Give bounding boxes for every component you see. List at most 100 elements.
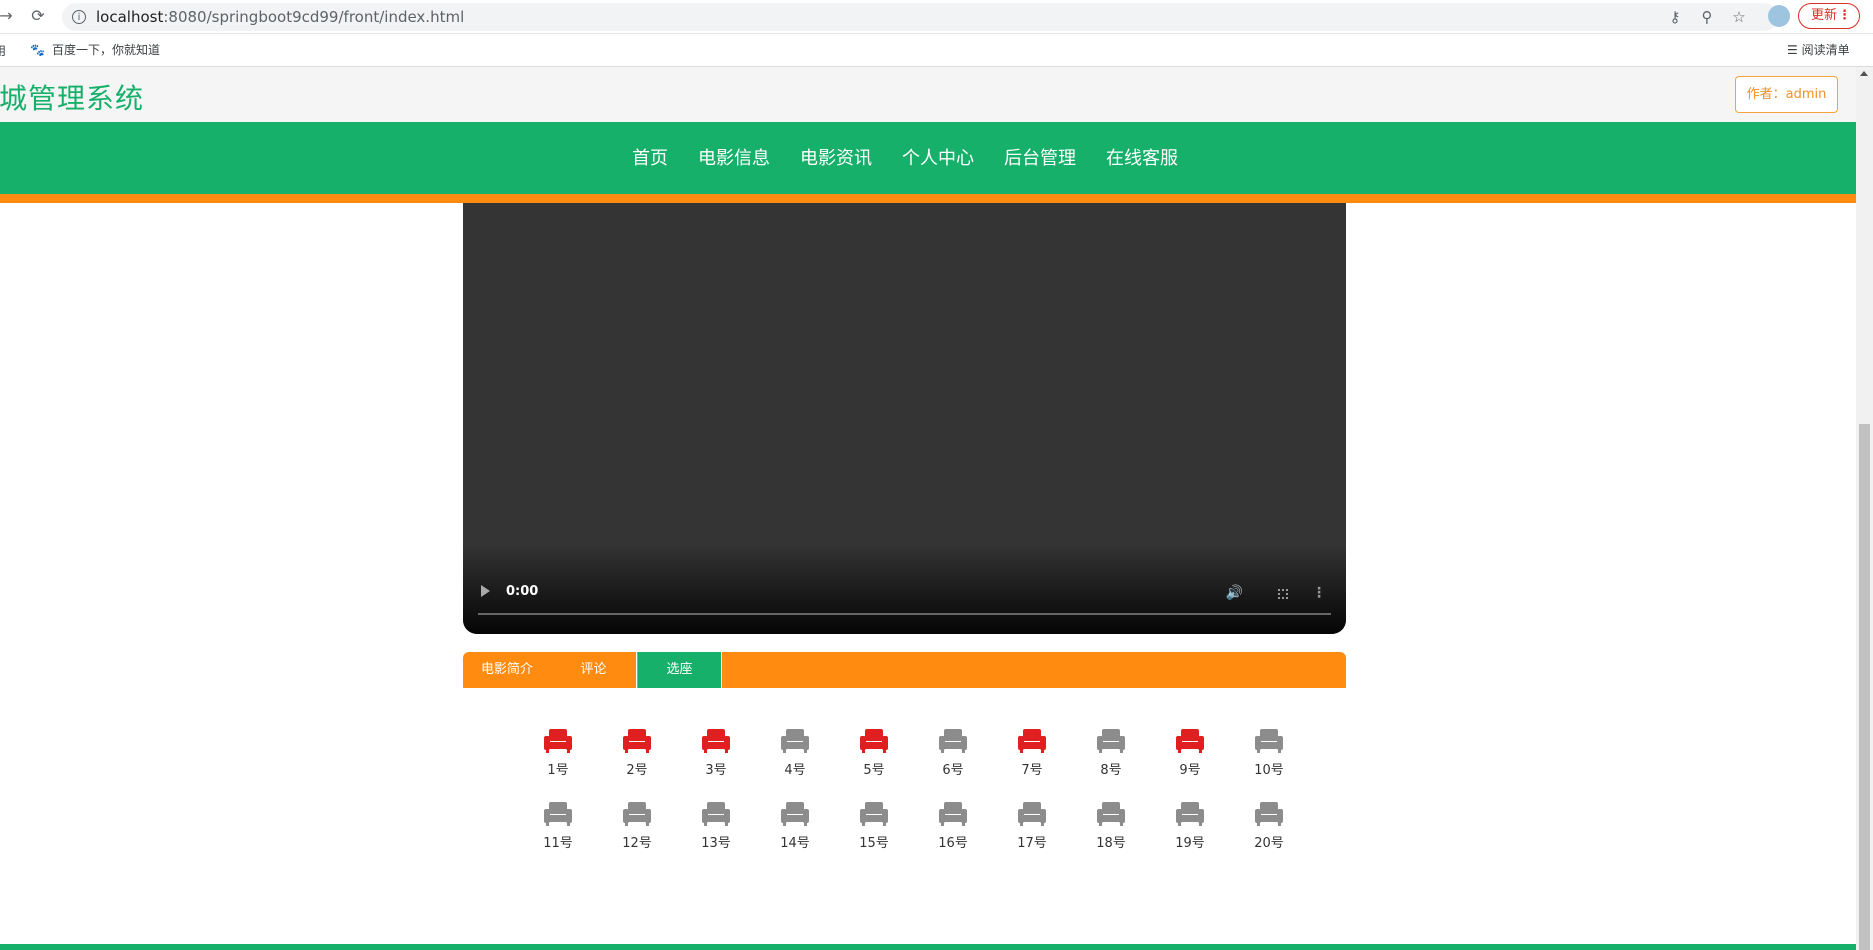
seat-8[interactable]: 8号 bbox=[1081, 728, 1141, 778]
armchair-icon bbox=[860, 729, 888, 753]
seat-9[interactable]: 9号 bbox=[1160, 728, 1220, 778]
seat-16[interactable]: 16号 bbox=[923, 801, 983, 851]
seat-number: 10号 bbox=[1254, 763, 1284, 778]
url-host: localhost bbox=[96, 8, 164, 26]
seat-number: 12号 bbox=[622, 836, 652, 851]
video-controls-bg bbox=[463, 544, 1346, 634]
seat-20[interactable]: 20号 bbox=[1239, 801, 1299, 851]
seat-15[interactable]: 15号 bbox=[844, 801, 904, 851]
armchair-icon bbox=[939, 802, 967, 826]
reading-list-label: 阅读清单 bbox=[1801, 43, 1850, 57]
armchair-icon bbox=[1018, 729, 1046, 753]
armchair-icon bbox=[939, 729, 967, 753]
seat-19[interactable]: 19号 bbox=[1160, 801, 1220, 851]
armchair-icon bbox=[781, 802, 809, 826]
nav-item-4[interactable]: 后台管理 bbox=[1004, 144, 1076, 170]
seat-number: 19号 bbox=[1175, 836, 1205, 851]
nav-item-0[interactable]: 首页 bbox=[632, 144, 668, 170]
update-label: 更新 bbox=[1811, 8, 1838, 23]
url-text[interactable]: localhost:8080/springboot9cd99/front/ind… bbox=[96, 8, 464, 26]
tab-comments[interactable]: 评论 bbox=[551, 652, 637, 688]
seat-7[interactable]: 7号 bbox=[1002, 728, 1062, 778]
nav-item-2[interactable]: 电影资讯 bbox=[800, 144, 872, 170]
reading-list[interactable]: ☰ 阅读清单 bbox=[1787, 41, 1850, 58]
video-player[interactable]: 0:00 🔊 ⋮ bbox=[463, 203, 1346, 634]
update-button[interactable]: 更新 ⋮ bbox=[1798, 3, 1860, 29]
seat-4[interactable]: 4号 bbox=[765, 728, 825, 778]
bookmark-apps[interactable]: 应用 bbox=[0, 42, 6, 59]
armchair-icon bbox=[1255, 729, 1283, 753]
seat-12[interactable]: 12号 bbox=[607, 801, 667, 851]
key-icon[interactable]: ⚷ bbox=[1666, 8, 1684, 26]
play-icon[interactable] bbox=[481, 585, 490, 597]
seat-number: 13号 bbox=[701, 836, 731, 851]
tab-intro[interactable]: 电影简介 bbox=[463, 652, 551, 688]
armchair-icon bbox=[860, 802, 888, 826]
detail-tabs: 电影简介 评论 选座 bbox=[463, 652, 1346, 688]
reload-icon[interactable]: ⟳ bbox=[28, 6, 48, 26]
seat-10[interactable]: 10号 bbox=[1239, 728, 1299, 778]
seat-number: 18号 bbox=[1096, 836, 1126, 851]
armchair-icon bbox=[1255, 802, 1283, 826]
seat-6[interactable]: 6号 bbox=[923, 728, 983, 778]
scroll-up-arrow-icon[interactable] bbox=[1860, 71, 1868, 76]
author-button[interactable]: 作者：admin bbox=[1735, 76, 1838, 113]
nav-item-3[interactable]: 个人中心 bbox=[902, 144, 974, 170]
seat-number: 1号 bbox=[547, 763, 569, 778]
footer-bar bbox=[0, 944, 1856, 950]
url-path: :8080/springboot9cd99/front/index.html bbox=[163, 8, 465, 26]
menu-dots-icon: ⋮ bbox=[1838, 8, 1851, 23]
armchair-icon bbox=[1097, 802, 1125, 826]
forward-icon[interactable]: → bbox=[0, 6, 16, 26]
seat-2[interactable]: 2号 bbox=[607, 728, 667, 778]
page-header: 影城管理系统 作者：admin bbox=[0, 67, 1856, 122]
armchair-icon bbox=[1018, 802, 1046, 826]
seat-3[interactable]: 3号 bbox=[686, 728, 746, 778]
nav-item-5[interactable]: 在线客服 bbox=[1106, 144, 1178, 170]
seat-number: 17号 bbox=[1017, 836, 1047, 851]
seat-number: 15号 bbox=[859, 836, 889, 851]
main-nav: 首页 电影信息 电影资讯 个人中心 后台管理 在线客服 bbox=[0, 122, 1856, 194]
video-time: 0:00 bbox=[506, 584, 539, 599]
site-title: 影城管理系统 bbox=[0, 82, 145, 115]
nav-accent-bar bbox=[0, 194, 1856, 203]
seat-17[interactable]: 17号 bbox=[1002, 801, 1062, 851]
profile-avatar[interactable] bbox=[1768, 5, 1790, 27]
seat-14[interactable]: 14号 bbox=[765, 801, 825, 851]
bookmark-baidu-label: 百度一下，你就知道 bbox=[52, 43, 161, 57]
armchair-icon bbox=[1176, 729, 1204, 753]
more-options-icon[interactable]: ⋮ bbox=[1312, 585, 1326, 601]
baidu-paw-icon: 🐾 bbox=[30, 43, 45, 57]
tab-seat-select[interactable]: 选座 bbox=[638, 652, 722, 688]
volume-icon[interactable]: 🔊 bbox=[1226, 585, 1243, 601]
bookmarks-bar: 应用 🐾 百度一下，你就知道 ☰ 阅读清单 bbox=[0, 34, 1873, 67]
site-info-icon[interactable]: i bbox=[72, 10, 86, 24]
seat-number: 14号 bbox=[780, 836, 810, 851]
star-icon[interactable]: ☆ bbox=[1730, 8, 1748, 26]
seat-13[interactable]: 13号 bbox=[686, 801, 746, 851]
seat-number: 8号 bbox=[1100, 763, 1122, 778]
seat-5[interactable]: 5号 bbox=[844, 728, 904, 778]
armchair-icon bbox=[623, 802, 651, 826]
scrollbar[interactable] bbox=[1856, 67, 1873, 950]
seat-11[interactable]: 11号 bbox=[528, 801, 588, 851]
seat-number: 11号 bbox=[543, 836, 573, 851]
seat-18[interactable]: 18号 bbox=[1081, 801, 1141, 851]
seat-number: 3号 bbox=[705, 763, 727, 778]
armchair-icon bbox=[702, 802, 730, 826]
armchair-icon bbox=[702, 729, 730, 753]
armchair-icon bbox=[544, 729, 572, 753]
nav-item-1[interactable]: 电影信息 bbox=[698, 144, 770, 170]
seat-1[interactable]: 1号 bbox=[528, 728, 588, 778]
browser-toolbar: → ⟳ i localhost:8080/springboot9cd99/fro… bbox=[0, 0, 1873, 34]
seat-number: 6号 bbox=[942, 763, 964, 778]
zoom-icon[interactable]: ⚲ bbox=[1698, 8, 1716, 26]
seat-number: 5号 bbox=[863, 763, 885, 778]
video-progress-bar[interactable] bbox=[478, 613, 1331, 615]
scrollbar-thumb[interactable] bbox=[1859, 424, 1870, 950]
seat-number: 2号 bbox=[626, 763, 648, 778]
armchair-icon bbox=[623, 729, 651, 753]
fullscreen-icon[interactable] bbox=[1278, 589, 1288, 599]
armchair-icon bbox=[1176, 802, 1204, 826]
bookmark-baidu[interactable]: 🐾 百度一下，你就知道 bbox=[30, 41, 160, 58]
